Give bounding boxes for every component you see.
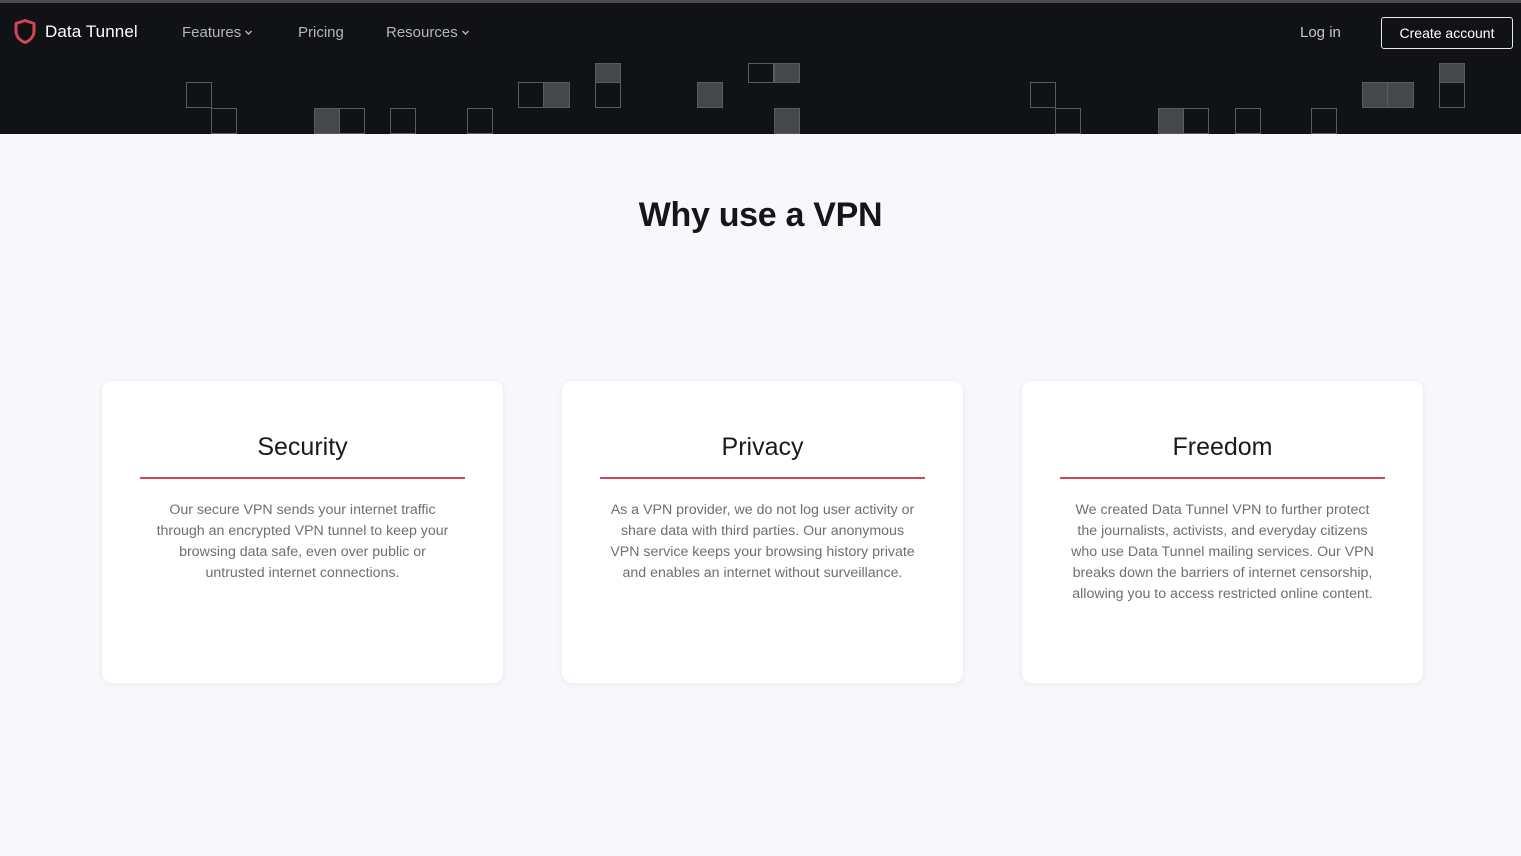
card-description: As a VPN provider, we do not log user ac… <box>610 502 915 581</box>
shield-icon <box>14 19 36 44</box>
card-title: Security <box>257 433 348 461</box>
card-divider <box>1060 477 1385 479</box>
feature-card-privacy: Privacy As a VPN provider, we do not log… <box>562 381 963 683</box>
section-title: Why use a VPN <box>638 196 883 234</box>
feature-card-security: Security Our secure VPN sends your inter… <box>102 381 503 683</box>
navbar: Data Tunnel Features Pricing Resources L… <box>0 3 1521 63</box>
nav-resources-label: Resources <box>386 24 458 41</box>
card-description: Our secure VPN sends your internet traff… <box>156 502 449 581</box>
nav-pricing-label: Pricing <box>298 24 344 41</box>
nav-features-label: Features <box>182 24 242 41</box>
header-hero: Data Tunnel Features Pricing Resources L… <box>0 0 1521 134</box>
chevron-down-icon <box>245 30 253 35</box>
brand-name: Data Tunnel <box>45 21 138 41</box>
card-title: Privacy <box>721 433 804 461</box>
chevron-down-icon <box>461 30 469 35</box>
nav-pricing[interactable]: Pricing <box>298 24 344 41</box>
nav-features[interactable]: Features <box>182 24 253 41</box>
login-link[interactable]: Log in <box>1300 24 1341 41</box>
card-title: Freedom <box>1172 433 1273 461</box>
nav-resources[interactable]: Resources <box>386 24 470 41</box>
feature-card-freedom: Freedom We created Data Tunnel VPN to fu… <box>1022 381 1423 683</box>
brand-logo-link[interactable]: Data Tunnel <box>14 19 138 44</box>
card-description: We created Data Tunnel VPN to further pr… <box>1071 502 1374 602</box>
card-divider <box>140 477 465 479</box>
card-divider <box>600 477 925 479</box>
create-account-button[interactable]: Create account <box>1381 17 1513 49</box>
